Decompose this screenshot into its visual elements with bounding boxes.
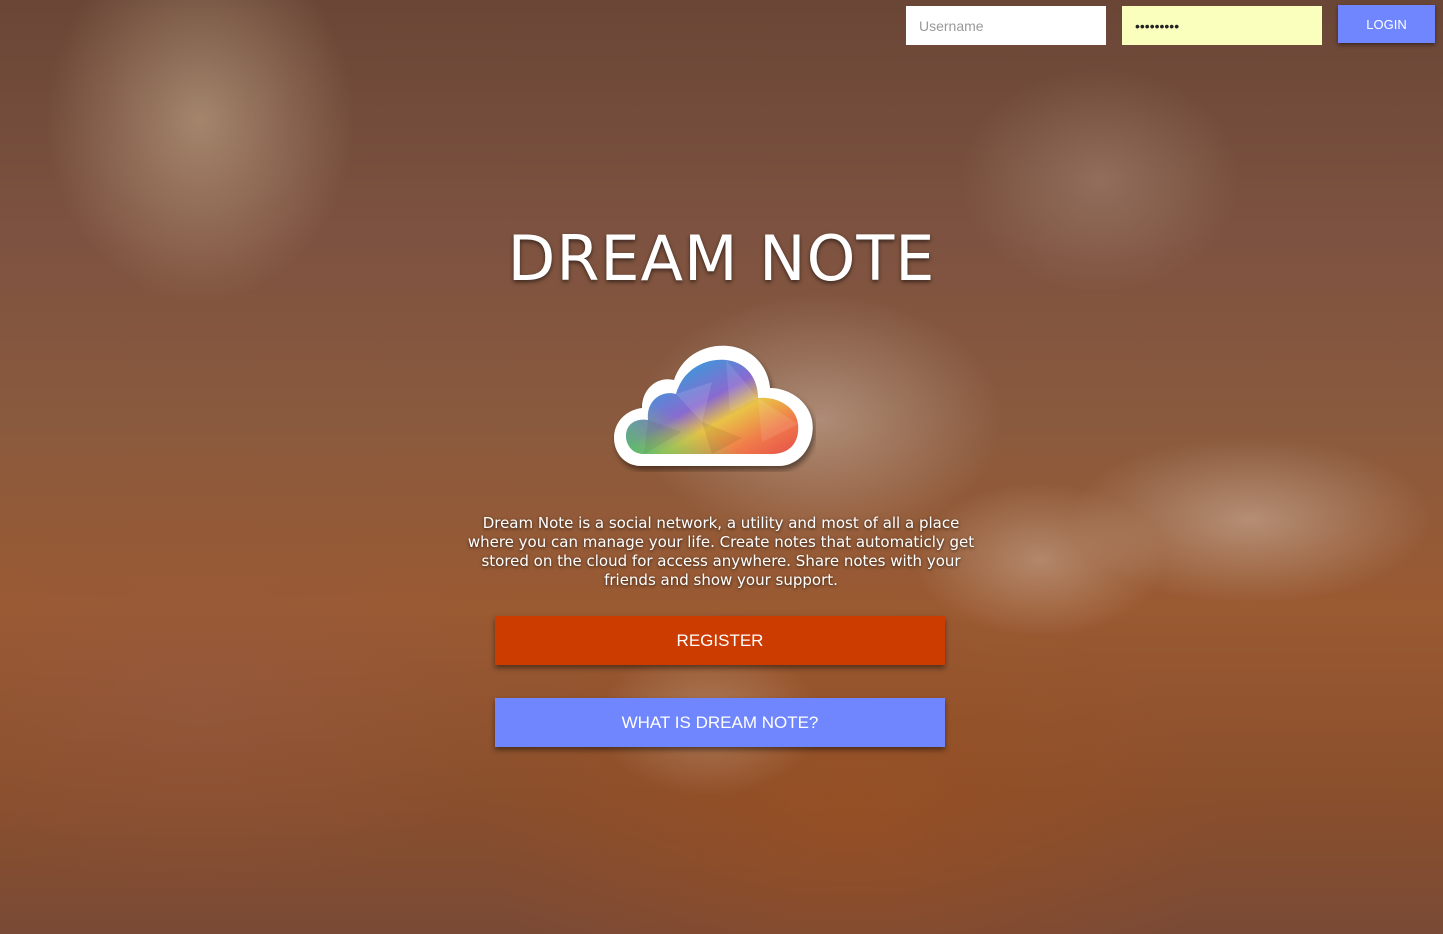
page-title: DREAM NOTE: [507, 222, 936, 295]
password-input[interactable]: [1122, 6, 1322, 45]
landing-page: LOGIN DREAM NOTE: [0, 0, 1443, 934]
username-input[interactable]: [906, 6, 1106, 45]
rainbow-cloud-icon: [614, 345, 813, 466]
what-is-dream-note-button[interactable]: WHAT IS DREAM NOTE?: [495, 698, 945, 747]
app-description: Dream Note is a social network, a utilit…: [467, 514, 975, 589]
register-button[interactable]: REGISTER: [495, 616, 945, 665]
login-button[interactable]: LOGIN: [1338, 5, 1435, 43]
